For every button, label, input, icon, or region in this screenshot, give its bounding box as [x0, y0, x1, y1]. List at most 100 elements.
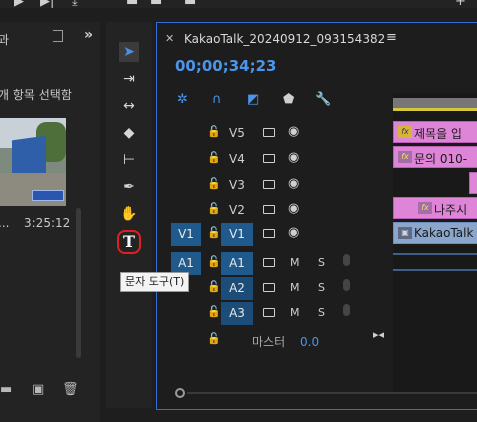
eye-icon[interactable]: ◉: [288, 201, 299, 216]
lock-icon[interactable]: 🔓: [207, 255, 221, 268]
fx-badge-icon: fx: [398, 126, 412, 138]
sync-lock-film-icon[interactable]: [263, 283, 275, 292]
track-row-a1: A1 🔓 A1 M S: [157, 251, 393, 275]
ripple-edit-tool-icon[interactable]: ↔: [119, 96, 139, 116]
panel-overflow-chevron-icon[interactable]: »: [84, 27, 93, 43]
text-tool-icon[interactable]: T: [117, 230, 141, 254]
mute-button[interactable]: M: [290, 306, 300, 319]
eye-icon[interactable]: ◉: [288, 225, 299, 240]
menu-icon[interactable]: ≡: [386, 30, 397, 45]
close-icon[interactable]: ✕: [165, 32, 174, 45]
sync-lock-film-icon[interactable]: [263, 258, 275, 267]
clip-label: KakaoTalk: [414, 226, 474, 240]
razor-tool-icon[interactable]: ◆: [119, 123, 139, 143]
track-name[interactable]: V2: [229, 203, 245, 217]
microphone-icon[interactable]: [343, 304, 350, 316]
track-target-v1[interactable]: V1: [221, 223, 253, 246]
selection-status: 개 항목 선택함: [0, 88, 72, 102]
solo-button[interactable]: S: [318, 256, 325, 269]
work-area-bar[interactable]: [393, 108, 477, 111]
timeline-toolbar: ✲ ∩ ◩ ⬟ 🔧: [157, 89, 397, 115]
new-item-icon[interactable]: ▣: [32, 382, 44, 397]
project-scrollbar[interactable]: [76, 208, 81, 358]
master-bowtie-icon[interactable]: ▸◂: [373, 328, 384, 341]
solo-button[interactable]: S: [318, 281, 325, 294]
timeline-horizontal-scrollbar[interactable]: [175, 388, 477, 398]
master-volume-value[interactable]: 0.0: [300, 335, 319, 349]
track-row-a2: 🔓 A2 M S: [157, 276, 393, 300]
clip-label: 제목을 입: [414, 127, 462, 141]
panel-expand-icon[interactable]: [53, 30, 63, 42]
lock-icon[interactable]: 🔓: [207, 280, 221, 293]
audio-video-badge-icon: [32, 190, 64, 201]
microphone-icon[interactable]: [343, 279, 350, 291]
play-icon[interactable]: ▶: [14, 0, 24, 8]
folder-icon[interactable]: ▬: [0, 382, 12, 397]
add-marker-icon[interactable]: ⬟: [283, 92, 294, 107]
hand-tool-icon[interactable]: ✋: [119, 204, 139, 224]
mute-button[interactable]: M: [290, 256, 300, 269]
clip-v3[interactable]: [469, 172, 477, 194]
lock-icon[interactable]: 🔓: [207, 202, 221, 215]
sync-lock-film-icon[interactable]: [263, 205, 275, 214]
timeline-clip-area[interactable]: fx 제목을 입 fx 문의 010- fx 나주시 ▣ KakaoTalk: [393, 93, 477, 393]
lock-icon[interactable]: 🔓: [207, 226, 221, 239]
sync-lock-film-icon[interactable]: [263, 180, 275, 189]
mute-button[interactable]: M: [290, 281, 300, 294]
eye-icon[interactable]: ◉: [288, 124, 299, 139]
track-select-tool-icon[interactable]: ⇥: [119, 69, 139, 89]
lock-icon[interactable]: 🔓: [207, 305, 221, 318]
export-icon[interactable]: ▬: [184, 0, 196, 8]
save-icon[interactable]: ▬: [126, 0, 138, 8]
clip-thumbnail[interactable]: [0, 118, 66, 206]
solo-button[interactable]: S: [318, 306, 325, 319]
sync-lock-film-icon[interactable]: [263, 308, 275, 317]
audio-clip-a1-lower[interactable]: [393, 269, 477, 271]
sync-lock-film-icon[interactable]: [263, 229, 275, 238]
sync-lock-film-icon[interactable]: [263, 128, 275, 137]
track-target-a1[interactable]: A1: [221, 252, 253, 275]
sequence-title[interactable]: KakaoTalk_20240912_093154382: [184, 32, 385, 46]
lock-icon[interactable]: 🔓: [207, 125, 221, 138]
snap-magnet-icon[interactable]: ∩: [212, 92, 222, 107]
lock-icon[interactable]: 🔓: [207, 151, 221, 164]
track-target-a3[interactable]: A3: [221, 302, 253, 325]
panel-tab-label[interactable]: 과: [0, 31, 9, 48]
clip-v4[interactable]: fx 문의 010-: [393, 146, 477, 168]
clip-v5[interactable]: fx 제목을 입: [393, 121, 477, 143]
audio-clip-a1[interactable]: [393, 253, 477, 255]
track-name[interactable]: V3: [229, 178, 245, 192]
pen-tool-icon[interactable]: ✒: [119, 177, 139, 197]
track-name[interactable]: V4: [229, 152, 245, 166]
top-toolbar: ▶ ▶| ⤓ ▬ ▬ ▬ +: [0, 0, 477, 8]
clip-label: 나주시: [434, 203, 468, 217]
track-target-a2[interactable]: A2: [221, 277, 253, 300]
eye-icon[interactable]: ◉: [288, 150, 299, 165]
track-name[interactable]: V5: [229, 126, 245, 140]
zoom-handle[interactable]: [175, 388, 185, 398]
timeline-tab: ✕ KakaoTalk_20240912_093154382 ≡: [157, 23, 477, 51]
lock-icon[interactable]: 🔓: [207, 332, 221, 345]
add-icon[interactable]: +: [455, 0, 466, 8]
clip-v2[interactable]: fx 나주시: [393, 197, 477, 219]
selection-tool-icon[interactable]: ➤: [119, 42, 139, 62]
fx-badge-icon: fx: [418, 202, 432, 214]
source-patch-v1[interactable]: V1: [171, 223, 201, 246]
nest-sequence-icon[interactable]: ✲: [177, 92, 188, 107]
sync-lock-film-icon[interactable]: [263, 154, 275, 163]
master-label: 마스터: [252, 335, 286, 349]
trash-icon[interactable]: 🗑: [62, 382, 79, 397]
clip-v1[interactable]: ▣ KakaoTalk: [393, 222, 477, 244]
track-row-v1: V1 🔓 V1 ◉: [157, 222, 393, 246]
microphone-icon[interactable]: [343, 254, 350, 266]
export-frame-icon[interactable]: ⤓: [72, 0, 78, 8]
slip-tool-icon[interactable]: ⊢: [119, 150, 139, 170]
project-footer: ▬ ▣ 🗑: [0, 382, 100, 402]
playhead-timecode[interactable]: 00;00;34;23: [175, 57, 277, 75]
lock-icon[interactable]: 🔓: [207, 177, 221, 190]
settings-wrench-icon[interactable]: 🔧: [315, 92, 331, 107]
step-forward-icon[interactable]: ▶|: [40, 0, 54, 8]
camera-icon[interactable]: ▬: [150, 0, 162, 8]
eye-icon[interactable]: ◉: [288, 176, 299, 191]
linked-selection-icon[interactable]: ◩: [247, 92, 259, 107]
